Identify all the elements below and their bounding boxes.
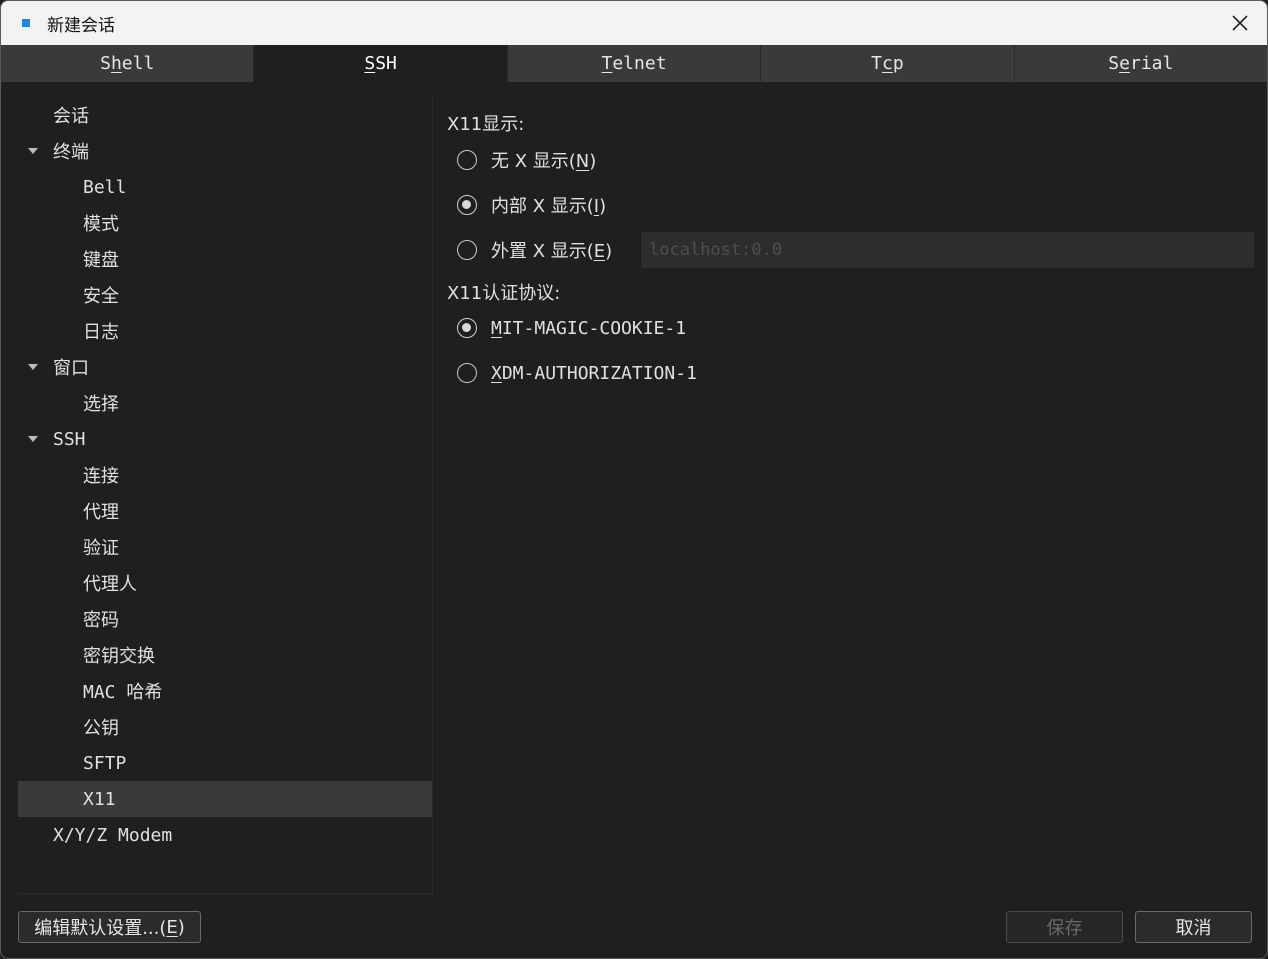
app-icon <box>22 19 30 27</box>
tree-item[interactable]: Bell <box>18 169 432 205</box>
tree-item-label: Bell <box>83 176 127 198</box>
save-button[interactable]: 保存 <box>1006 911 1123 943</box>
radio-no-x-display[interactable]: 无 X 显示(N) <box>457 145 596 175</box>
tab-telnet[interactable]: Telnet <box>507 45 762 82</box>
edit-defaults-button[interactable]: 编辑默认设置...(E) <box>18 911 201 943</box>
tree-item[interactable]: SFTP <box>18 745 432 781</box>
tree-item-label: 代理 <box>83 502 119 523</box>
close-icon <box>1232 15 1248 31</box>
radio-circle <box>457 240 477 260</box>
tree-item-label: SSH <box>53 428 86 450</box>
close-button[interactable] <box>1227 10 1253 36</box>
tree-item[interactable]: 代理人 <box>18 565 432 601</box>
protocol-tabs: Sh ell S SH Telnet Tcp Se rial <box>1 45 1267 82</box>
tree-item[interactable]: 代理 <box>18 493 432 529</box>
tree-item-label: 终端 <box>53 142 89 163</box>
tree-item-label: 验证 <box>83 538 119 559</box>
tree-item-label: 连接 <box>83 466 119 487</box>
tree-item[interactable]: 会话 <box>18 97 432 133</box>
tree-item-label: MAC 哈希 <box>83 682 163 703</box>
tree-item-label: 日志 <box>83 322 119 343</box>
expand-arrow-icon[interactable] <box>28 148 38 154</box>
x11-settings-panel: X11显示: 无 X 显示(N) 内部 X 显示(I) 外置 X 显示(E) X… <box>447 97 1255 897</box>
tree-item-label: 安全 <box>83 286 119 307</box>
tree-item[interactable]: 公钥 <box>18 709 432 745</box>
tree-item[interactable]: 窗口 <box>18 349 432 385</box>
tree-item[interactable]: X11 <box>18 781 432 817</box>
external-display-input[interactable] <box>641 232 1254 268</box>
tree-item-label: 公钥 <box>83 718 119 739</box>
tree-item-label: 窗口 <box>53 358 89 379</box>
tree-item-label: 密码 <box>83 610 119 631</box>
tab-shell[interactable]: Sh ell <box>1 45 255 82</box>
x11-display-label: X11显示: <box>447 114 525 135</box>
expand-arrow-icon[interactable] <box>28 436 38 442</box>
tree-item[interactable]: 密码 <box>18 601 432 637</box>
tab-ssh[interactable]: S SH <box>254 45 508 82</box>
tree-item[interactable]: 验证 <box>18 529 432 565</box>
cancel-button[interactable]: 取消 <box>1135 911 1252 943</box>
tree-item-label: 选择 <box>83 394 119 415</box>
tree-item-label: SFTP <box>83 752 127 774</box>
tree-item[interactable]: X/Y/Z Modem <box>18 817 432 853</box>
tree-item[interactable]: 密钥交换 <box>18 637 432 673</box>
radio-circle <box>457 318 477 338</box>
tree-item-label: 模式 <box>83 214 119 235</box>
window-title: 新建会话 <box>47 15 115 36</box>
tree-item-label: 代理人 <box>83 574 137 595</box>
tree-item-label: 会话 <box>53 106 89 127</box>
radio-circle <box>457 195 477 215</box>
radio-external-x-display[interactable]: 外置 X 显示(E) <box>457 235 612 265</box>
title-bar: 新建会话 <box>1 1 1267 45</box>
expand-arrow-icon[interactable] <box>28 364 38 370</box>
radio-circle <box>457 150 477 170</box>
radio-xdm-authorization[interactable]: XDM-AUTHORIZATION-1 <box>457 358 697 388</box>
tree-item-label: X/Y/Z Modem <box>53 824 173 846</box>
tree-item[interactable]: 连接 <box>18 457 432 493</box>
x11-auth-label: X11认证协议: <box>447 283 561 304</box>
radio-circle <box>457 363 477 383</box>
settings-tree: 会话终端 Bell 模式键盘安全日志窗口选择 SSH 连接代理验证代理人密码密钥交换 MA… <box>18 97 433 894</box>
tree-item[interactable]: 终端 <box>18 133 432 169</box>
new-session-dialog: 新建会话 Sh ell S SH Telnet Tcp Se rial 会话终端 Bel… <box>0 0 1268 959</box>
tab-serial[interactable]: Se rial <box>1014 45 1267 82</box>
tree-item-label: X11 <box>83 788 116 810</box>
tree-item-label: 密钥交换 <box>83 646 155 667</box>
radio-mit-magic-cookie[interactable]: MIT-MAGIC-COOKIE-1 <box>457 313 686 343</box>
tree-item[interactable]: 模式 <box>18 205 432 241</box>
tree-item[interactable]: SSH <box>18 421 432 457</box>
tree-item[interactable]: 安全 <box>18 277 432 313</box>
tree-item[interactable]: 选择 <box>18 385 432 421</box>
tree-item[interactable]: 键盘 <box>18 241 432 277</box>
tree-item[interactable]: MAC 哈希 <box>18 673 432 709</box>
tab-tcp[interactable]: Tcp <box>761 45 1015 82</box>
radio-internal-x-display[interactable]: 内部 X 显示(I) <box>457 190 606 220</box>
tree-item[interactable]: 日志 <box>18 313 432 349</box>
tree-item-label: 键盘 <box>83 250 119 271</box>
